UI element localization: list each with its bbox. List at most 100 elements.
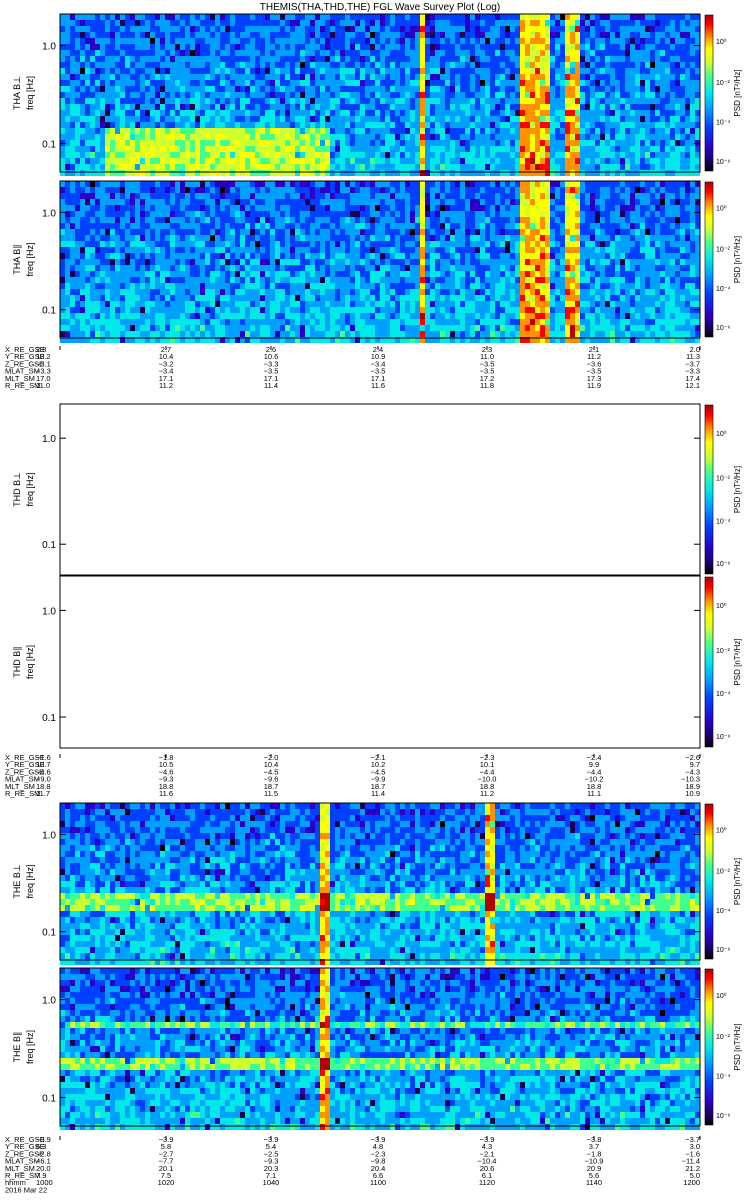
heatmap-cell (270, 205, 275, 211)
heatmap-cell (250, 265, 255, 271)
heatmap-cell (115, 116, 120, 122)
heatmap-cell (690, 68, 695, 74)
heatmap-cell (415, 38, 420, 44)
heatmap-cell (575, 98, 580, 104)
heatmap-cell (290, 146, 295, 152)
heatmap-cell (320, 146, 325, 152)
heatmap-cell (60, 128, 65, 134)
heatmap-cell (310, 223, 315, 229)
heatmap-cell (380, 104, 385, 110)
heatmap-cell (205, 289, 210, 295)
heatmap-cell (155, 241, 160, 247)
heatmap-cell (325, 259, 330, 265)
heatmap-cell (360, 140, 365, 146)
heatmap-cell (350, 74, 355, 80)
heatmap-cell (650, 98, 655, 104)
heatmap-cell (370, 20, 375, 26)
heatmap-cell (230, 325, 235, 331)
heatmap-cell (250, 277, 255, 283)
heatmap-cell (245, 152, 250, 158)
heatmap-cell (120, 301, 125, 307)
heatmap-cell (335, 265, 340, 271)
heatmap-cell (115, 62, 120, 68)
heatmap-cell (120, 187, 125, 193)
heatmap-cell (280, 38, 285, 44)
heatmap-cell (245, 98, 250, 104)
heatmap-cell (370, 38, 375, 44)
heatmap-cell (300, 223, 305, 229)
heatmap-cell (560, 128, 565, 134)
heatmap-cell (615, 44, 620, 50)
heatmap-cell (475, 98, 480, 104)
heatmap-cell (615, 146, 620, 152)
heatmap-cell (80, 152, 85, 158)
heatmap-cell (590, 56, 595, 62)
heatmap-cell (280, 74, 285, 80)
heatmap-cell (270, 325, 275, 331)
heatmap-cell (70, 301, 75, 307)
heatmap-cell (600, 122, 605, 128)
heatmap-cell (640, 146, 645, 152)
heatmap-cell (300, 62, 305, 68)
heatmap-cell (270, 319, 275, 325)
heatmap-cell (620, 170, 625, 176)
heatmap-cell (470, 134, 475, 140)
heatmap-cell (395, 44, 400, 50)
heatmap-cell (695, 98, 700, 104)
heatmap-cell (675, 110, 680, 116)
heatmap-cell (175, 277, 180, 283)
heatmap-cell (305, 50, 310, 56)
heatmap-cell (585, 44, 590, 50)
heatmap-cell (445, 26, 450, 32)
heatmap-cell (520, 38, 525, 44)
heatmap-cell (210, 319, 215, 325)
heatmap-cell (335, 307, 340, 313)
heatmap-cell (115, 32, 120, 38)
heatmap-cell (635, 80, 640, 86)
heatmap-cell (105, 32, 110, 38)
heatmap-cell (290, 32, 295, 38)
heatmap-cell (505, 80, 510, 86)
heatmap-cell (555, 134, 560, 140)
heatmap-cell (225, 199, 230, 205)
heatmap-cell (595, 68, 600, 74)
heatmap-cell (320, 32, 325, 38)
heatmap-cell (390, 26, 395, 32)
heatmap-cell (325, 170, 330, 176)
heatmap-cell (370, 62, 375, 68)
heatmap-cell (410, 20, 415, 26)
heatmap-cell (120, 205, 125, 211)
heatmap-cell (590, 26, 595, 32)
heatmap-cell (450, 86, 455, 92)
heatmap-cell (300, 26, 305, 32)
heatmap-cell (145, 283, 150, 289)
heatmap-cell (180, 313, 185, 319)
heatmap-cell (120, 247, 125, 253)
heatmap-cell (320, 62, 325, 68)
heatmap-cell (215, 283, 220, 289)
heatmap-cell (460, 158, 465, 164)
heatmap-cell (105, 68, 110, 74)
heatmap-cell (70, 313, 75, 319)
heatmap-cell (465, 152, 470, 158)
heatmap-cell (235, 152, 240, 158)
heatmap-cell (315, 170, 320, 176)
heatmap-cell (455, 32, 460, 38)
heatmap-cell (140, 74, 145, 80)
heatmap-cell (315, 199, 320, 205)
heatmap-cell (190, 134, 195, 140)
heatmap-cell (290, 199, 295, 205)
heatmap-cell (420, 158, 425, 164)
heatmap-cell (70, 128, 75, 134)
heatmap-cell (625, 80, 630, 86)
heatmap-cell (200, 152, 205, 158)
heatmap-cell (470, 164, 475, 170)
heatmap-cell (390, 92, 395, 98)
heatmap-cell (275, 32, 280, 38)
heatmap-cell (235, 241, 240, 247)
heatmap-cell (250, 92, 255, 98)
heatmap-cell (245, 229, 250, 235)
heatmap-cell (505, 110, 510, 116)
heatmap-cell (310, 277, 315, 283)
heatmap-cell (515, 44, 520, 50)
